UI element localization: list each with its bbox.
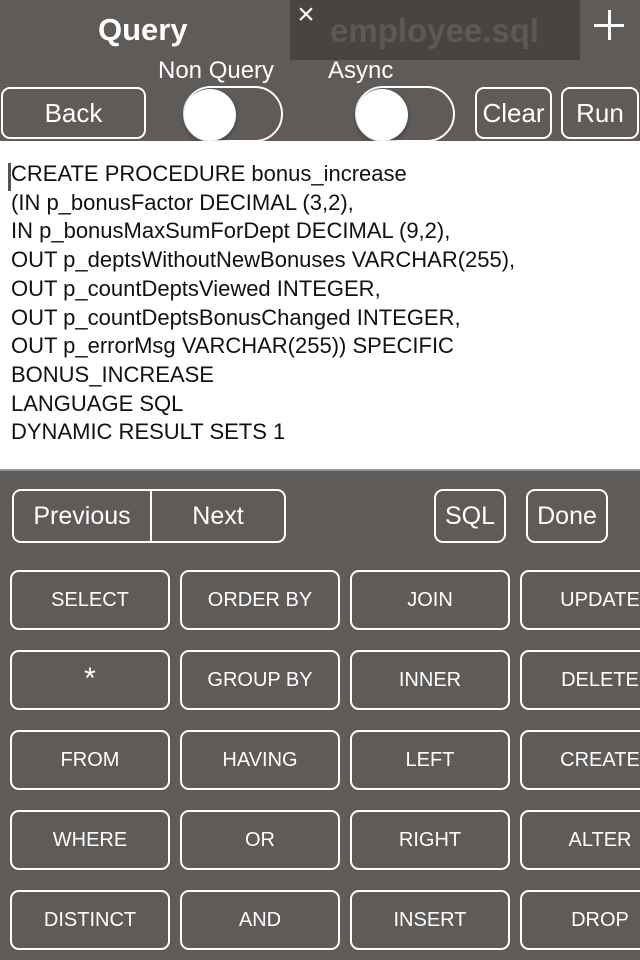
code-line: CREATE PROCEDURE bonus_increase: [11, 161, 407, 186]
run-button[interactable]: Run: [561, 87, 639, 139]
keyword-key-create[interactable]: CREATE: [520, 730, 640, 790]
code-line: IN p_bonusMaxSumForDept DECIMAL (9,2),: [11, 218, 451, 244]
keyword-key-distinct[interactable]: DISTINCT: [10, 890, 170, 950]
code-line: OUT p_deptsWithoutNewBonuses VARCHAR(255…: [11, 247, 516, 273]
prev-next-segmented-control[interactable]: Previous Next: [12, 489, 286, 543]
code-line: OUT p_errorMsg VARCHAR(255)) SPECIFIC: [11, 333, 454, 359]
keyword-key-inner[interactable]: INNER: [350, 650, 510, 710]
back-button[interactable]: Back: [1, 87, 146, 139]
page-title: Query: [98, 12, 188, 47]
code-line: BONUS_INCREASE: [11, 361, 214, 387]
keyword-key-drop[interactable]: DROP: [520, 890, 640, 950]
keyword-key-and[interactable]: AND: [180, 890, 340, 950]
file-tab-label[interactable]: employee.sql: [330, 12, 539, 50]
previous-button[interactable]: Previous: [14, 491, 152, 541]
keyword-key-select[interactable]: SELECT: [10, 570, 170, 630]
plus-icon[interactable]: [592, 8, 626, 42]
text-caret: [8, 163, 11, 191]
keyword-key-alter[interactable]: ALTER: [520, 810, 640, 870]
toggle-knob: [184, 89, 236, 141]
code-line: LANGUAGE SQL: [11, 390, 184, 416]
toggle-knob: [356, 89, 408, 141]
keyword-key-left[interactable]: LEFT: [350, 730, 510, 790]
keyword-key-order-by[interactable]: ORDER BY: [180, 570, 340, 630]
keyword-key-insert[interactable]: INSERT: [350, 890, 510, 950]
sql-editor[interactable]: CREATE PROCEDURE bonus_increase (IN p_bon…: [0, 141, 640, 471]
keyword-key-where[interactable]: WHERE: [10, 810, 170, 870]
keyword-key-update[interactable]: UPDATE: [520, 570, 640, 630]
code-line: (IN p_bonusFactor DECIMAL (3,2),: [11, 189, 354, 215]
keyword-key-or[interactable]: OR: [180, 810, 340, 870]
close-icon[interactable]: ×: [294, 0, 318, 32]
sql-button[interactable]: SQL: [434, 489, 506, 543]
keyword-key-asterisk[interactable]: *: [10, 650, 170, 710]
next-button[interactable]: Next: [152, 491, 284, 541]
done-button[interactable]: Done: [526, 489, 608, 543]
keyword-key-join[interactable]: JOIN: [350, 570, 510, 630]
code-line: OUT p_countDeptsBonusChanged INTEGER,: [11, 304, 461, 330]
keyword-key-from[interactable]: FROM: [10, 730, 170, 790]
async-label: Async: [328, 57, 394, 84]
code-line: OUT p_countDeptsViewed INTEGER,: [11, 275, 381, 301]
non-query-toggle[interactable]: [183, 86, 283, 142]
non-query-label: Non Query: [158, 57, 275, 84]
keyword-key-group-by[interactable]: GROUP BY: [180, 650, 340, 710]
code-line: DYNAMIC RESULT SETS 1: [11, 419, 286, 445]
keyword-key-right[interactable]: RIGHT: [350, 810, 510, 870]
clear-button[interactable]: Clear: [475, 87, 552, 139]
keyword-key-delete[interactable]: DELETE: [520, 650, 640, 710]
keyword-key-having[interactable]: HAVING: [180, 730, 340, 790]
async-toggle[interactable]: [355, 86, 455, 142]
